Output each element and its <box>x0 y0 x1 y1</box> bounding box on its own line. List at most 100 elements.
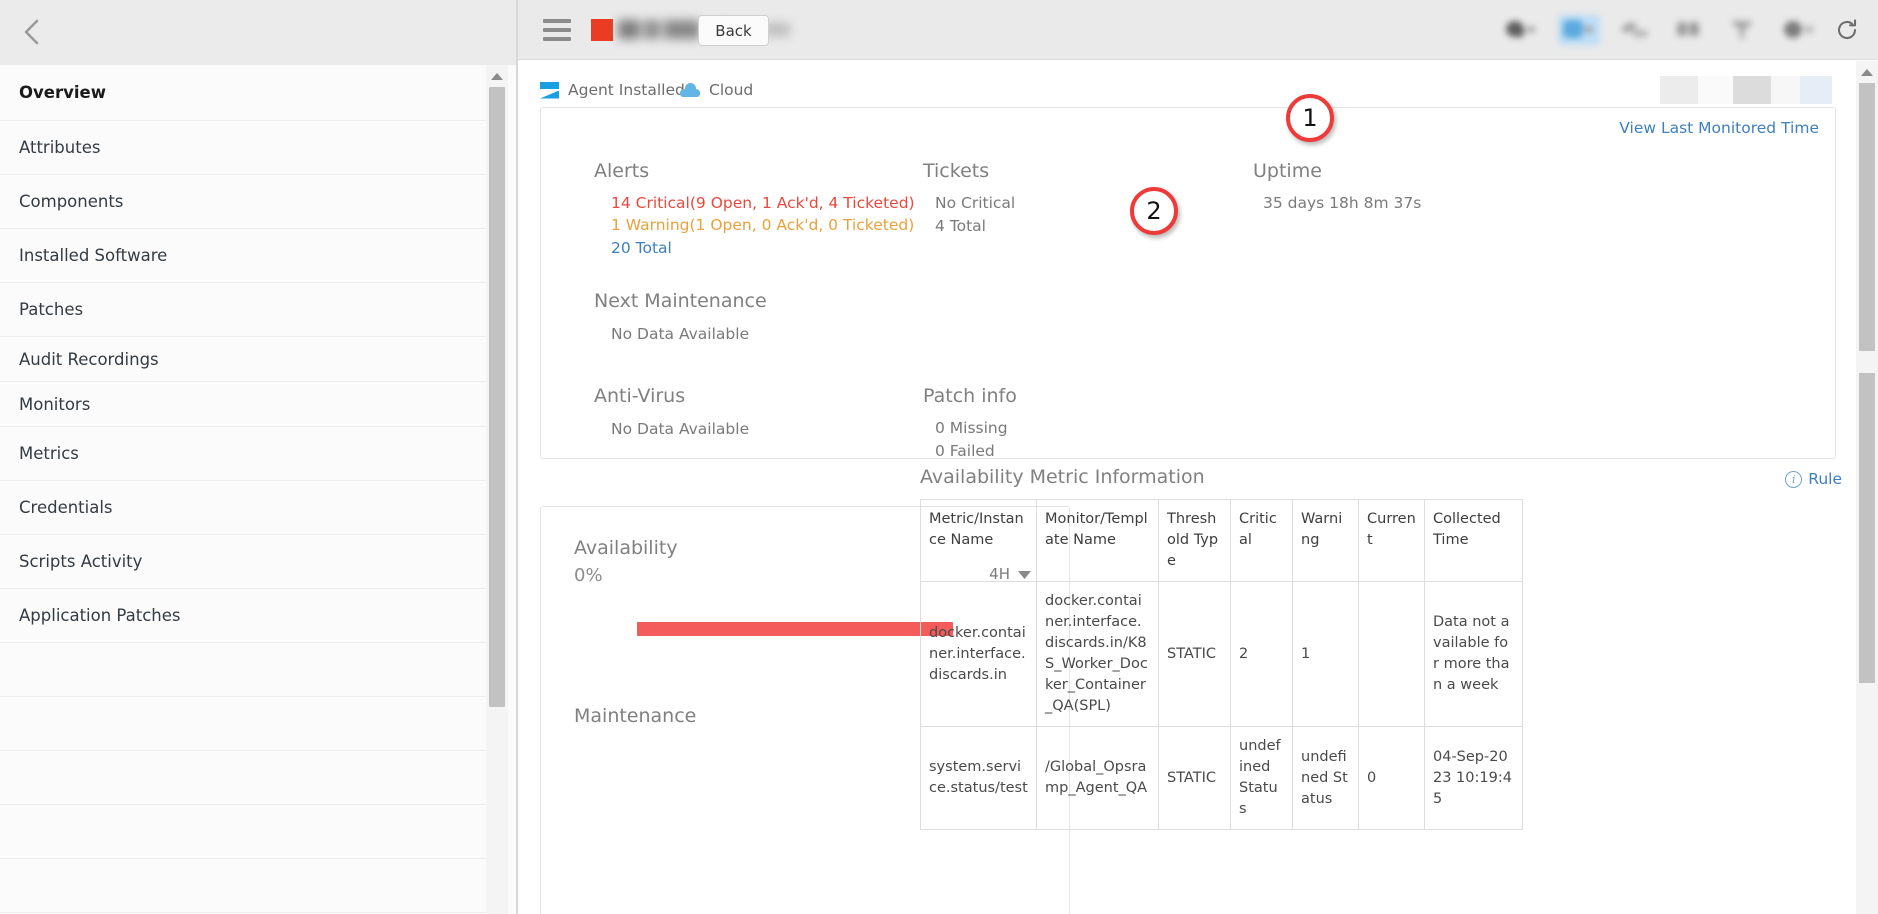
callout-number: 2 <box>1146 197 1162 225</box>
cell-monitor-template-name: docker.container.interface.discards.in/K… <box>1036 581 1159 728</box>
sidebar-item-metrics[interactable]: Metrics <box>0 427 495 481</box>
sidebar-item-scripts-activity[interactable]: Scripts Activity <box>0 535 495 589</box>
cell-current: 0 <box>1358 726 1425 831</box>
sidebar-item-label: Metrics <box>19 444 79 463</box>
table-row: docker.container.interface.discards.in d… <box>920 581 1523 728</box>
refresh-icon[interactable] <box>1834 17 1860 43</box>
blurred-toolbar-icon-6[interactable] <box>1780 15 1816 45</box>
sidebar-item-patches[interactable]: Patches <box>0 283 495 337</box>
sidebar-item-credentials[interactable]: Credentials <box>0 481 495 535</box>
cloud-icon <box>680 83 700 97</box>
page-root: Overview Attributes Components Installed… <box>0 0 1878 914</box>
scrollbar-thumb-lower[interactable] <box>1859 373 1875 683</box>
chevron-left-icon[interactable] <box>12 12 52 52</box>
cell-warning: 1 <box>1292 581 1359 728</box>
sidebar-item-label: Patches <box>19 300 84 319</box>
blurred-toolbar-icon-2[interactable] <box>1558 15 1600 45</box>
sidebar-item-label: Audit Recordings <box>19 349 159 369</box>
agent-installed-icon <box>540 81 559 99</box>
availability-metric-information-heading: Availability Metric Information <box>920 466 1205 488</box>
blurred-toolbar-icon-5[interactable] <box>1726 15 1762 45</box>
rule-link-label: Rule <box>1808 470 1842 488</box>
redacted-button-swatches <box>1660 76 1832 104</box>
column-header-monitor-template-name: Monitor/Template Name <box>1036 498 1159 583</box>
main-panel: Back Agent Installed Cloud View Last Mon… <box>518 0 1878 914</box>
cell-collected-time: Data not available for more than a week <box>1424 581 1523 728</box>
patch-info-missing: 0 Missing <box>935 419 1008 437</box>
sidebar-item-label: Credentials <box>19 498 113 517</box>
view-last-monitored-time-label: View Last Monitored Time <box>1619 119 1819 137</box>
cloud-label: Cloud <box>709 81 754 99</box>
table-header-row: Metric/Instance Name Monitor/Template Na… <box>920 498 1523 583</box>
cell-threshold-type: STATIC <box>1158 581 1231 728</box>
sidebar-item-blank <box>0 805 495 859</box>
callout-marker-2: 2 <box>1130 187 1178 235</box>
scrollbar-thumb[interactable] <box>489 87 505 707</box>
alerts-title: Alerts <box>594 160 650 182</box>
cell-collected-time: 04-Sep-2023 10:19:45 <box>1424 726 1523 831</box>
availability-percent: 0% <box>574 565 603 586</box>
blurred-toolbar-icon-3[interactable] <box>1618 15 1654 45</box>
sidebar-nav-list: Overview Attributes Components Installed… <box>0 65 495 914</box>
maintenance-title: Maintenance <box>574 705 697 727</box>
summary-card: View Last Monitored Time Alerts 14 Criti… <box>540 107 1836 460</box>
cell-warning: undefined Status <box>1292 726 1359 831</box>
back-button[interactable]: Back <box>698 15 769 46</box>
scroll-up-arrow-icon[interactable] <box>486 65 508 87</box>
cell-critical: 2 <box>1230 581 1293 728</box>
sidebar-item-label: Installed Software <box>19 246 168 265</box>
tickets-title: Tickets <box>923 160 990 182</box>
sidebar-item-application-patches[interactable]: Application Patches <box>0 589 495 643</box>
sidebar-item-label: Overview <box>19 83 106 102</box>
anti-virus-value: No Data Available <box>611 420 750 438</box>
next-maintenance-value: No Data Available <box>611 325 750 343</box>
agent-installed-label: Agent Installed <box>568 81 685 99</box>
view-last-monitored-time-link[interactable]: View Last Monitored Time <box>1619 119 1819 137</box>
cell-metric-instance-name: system.service.status/test <box>920 726 1037 831</box>
patch-info-title: Patch info <box>923 385 1017 407</box>
availability-title: Availability <box>574 537 678 559</box>
column-header-warning: Warning <box>1292 498 1359 583</box>
main-scrollbar[interactable] <box>1856 61 1878 914</box>
sidebar-item-label: Components <box>19 192 124 211</box>
sidebar-item-blank <box>0 859 495 913</box>
next-maintenance-title: Next Maintenance <box>594 290 767 312</box>
sidebar-item-monitors[interactable]: Monitors <box>0 382 495 427</box>
alerts-warning-line[interactable]: 1 Warning(1 Open, 0 Ack'd, 0 Ticketed) <box>611 216 914 234</box>
uptime-title: Uptime <box>1253 160 1322 182</box>
column-header-threshold-type: Threshold Type <box>1158 498 1231 583</box>
main-toolbar: Back <box>518 0 1878 60</box>
uptime-value: 35 days 18h 8m 37s <box>1263 194 1422 212</box>
sidebar-scrollbar[interactable] <box>486 65 508 914</box>
scrollbar-thumb-upper[interactable] <box>1859 83 1875 351</box>
sidebar-item-overview[interactable]: Overview <box>0 65 495 121</box>
sidebar-item-installed-software[interactable]: Installed Software <box>0 229 495 283</box>
status-badge <box>591 19 613 41</box>
sidebar-item-audit-recordings[interactable]: Audit Recordings <box>0 337 495 382</box>
info-icon: i <box>1785 470 1803 488</box>
left-topbar <box>0 0 518 65</box>
sidebar-item-attributes[interactable]: Attributes <box>0 121 495 175</box>
alerts-critical-line[interactable]: 14 Critical(9 Open, 1 Ack'd, 4 Ticketed) <box>611 194 915 212</box>
alerts-total-line[interactable]: 20 Total <box>611 239 672 257</box>
column-header-current: Current <box>1358 498 1425 583</box>
rule-link[interactable]: i Rule <box>1785 470 1842 488</box>
sidebar-item-components[interactable]: Components <box>0 175 495 229</box>
cell-metric-instance-name: docker.container.interface.discards.in <box>920 581 1037 728</box>
sidebar-item-blank <box>0 751 495 805</box>
callout-number: 1 <box>1302 104 1318 132</box>
agent-installed-chip: Agent Installed <box>540 81 685 99</box>
blurred-toolbar-icon-4[interactable] <box>1672 15 1708 45</box>
patch-info-failed: 0 Failed <box>935 442 995 460</box>
sidebar-item-label: Monitors <box>19 394 91 414</box>
toolbar-icon-group <box>1504 10 1860 50</box>
blurred-toolbar-icon-1[interactable] <box>1504 15 1540 45</box>
column-header-metric-instance-name: Metric/Instance Name <box>920 498 1037 583</box>
tickets-total-line: 4 Total <box>935 217 986 235</box>
anti-virus-title: Anti-Virus <box>594 385 686 407</box>
table-row: system.service.status/test /Global_Opsra… <box>920 726 1523 831</box>
availability-metric-table: Metric/Instance Name Monitor/Template Na… <box>920 498 1523 831</box>
back-button-label: Back <box>715 21 752 40</box>
hamburger-menu-icon[interactable] <box>543 19 571 41</box>
scroll-up-arrow-icon[interactable] <box>1856 61 1878 83</box>
